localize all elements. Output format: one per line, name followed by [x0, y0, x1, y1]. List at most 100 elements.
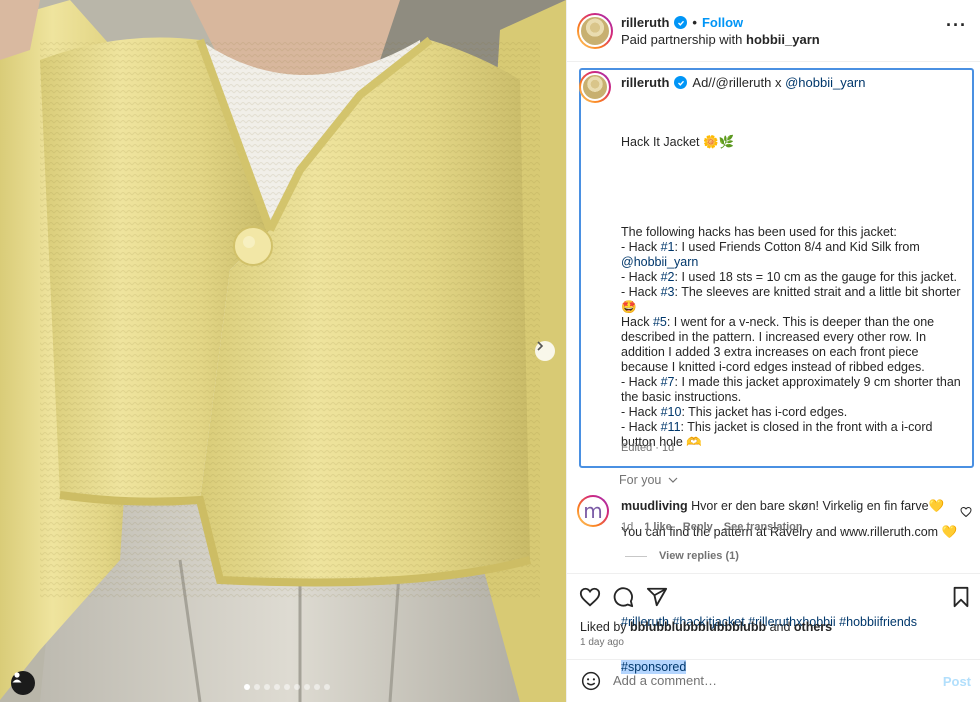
- carousel-dot: [264, 684, 270, 690]
- header-author-line: rilleruth • Follow: [621, 15, 743, 30]
- replies-divider: [625, 555, 647, 557]
- next-slide-button[interactable]: [535, 341, 555, 361]
- carousel-dot: [274, 684, 280, 690]
- post-header: rilleruth • Follow Paid partnership with…: [567, 0, 980, 62]
- caption-line: - Hack #11: This jacket is closed in the…: [621, 420, 966, 435]
- caption-edited-time: Edited · 1d: [621, 442, 675, 454]
- caption-line-text: The following hacks has been used for th…: [621, 225, 897, 239]
- caption-line: addition I added 3 extra increases on ea…: [621, 345, 966, 360]
- hashtag-link[interactable]: #11: [661, 420, 681, 434]
- liked-by-others[interactable]: others: [794, 620, 832, 634]
- caption-line: 🤩: [621, 300, 966, 315]
- comment-input[interactable]: [613, 673, 913, 688]
- author-username[interactable]: rilleruth: [621, 15, 669, 30]
- comment-body: Hvor er den bare skøn! Virkelig en fin f…: [691, 499, 945, 513]
- liked-by-summary: Liked by bblubblubbblubbblubb and others: [580, 620, 832, 634]
- bookmark-icon: [953, 586, 969, 608]
- view-replies-button[interactable]: View replies (1): [625, 550, 739, 562]
- caption-line: the basic instructions.: [621, 390, 966, 405]
- caption-line: - Hack #3: The sleeves are knitted strai…: [621, 285, 966, 300]
- heart-outline-icon: [960, 506, 972, 518]
- carousel-dot: [314, 684, 320, 690]
- caption-line-text: : I used Friends Cotton 8/4 and Kid Silk…: [674, 240, 920, 254]
- liked-by-user[interactable]: bblubblubbblubbblubb: [630, 620, 766, 634]
- post-comment-button[interactable]: Post: [943, 674, 971, 689]
- carousel-dot: [304, 684, 310, 690]
- comment-button[interactable]: [612, 586, 634, 611]
- paper-plane-icon: [646, 587, 668, 607]
- mention-link[interactable]: @hobbii_yarn: [621, 255, 698, 269]
- reply-button[interactable]: Reply: [683, 521, 713, 533]
- caption-line-text: the basic instructions.: [621, 390, 742, 404]
- caption-title: Hack It Jacket 🌼🌿: [621, 135, 735, 149]
- carousel-dot: [294, 684, 300, 690]
- commenter-avatar[interactable]: m: [577, 495, 609, 527]
- commenter-username[interactable]: muudliving: [621, 499, 688, 513]
- caption-line: - Hack #10: This jacket has i-cord edges…: [621, 405, 966, 420]
- caption-author-avatar[interactable]: [579, 71, 611, 103]
- chevron-right-icon: [537, 341, 544, 351]
- caption-line-text: - Hack: [621, 270, 661, 284]
- comment-likes[interactable]: 1 like: [644, 521, 672, 533]
- caption-line-text: : I made this jacket approximately 9 cm …: [674, 375, 961, 389]
- hashtag-link[interactable]: #10: [661, 405, 682, 419]
- partner-username[interactable]: hobbii_yarn: [746, 32, 820, 47]
- caption-line-text: - Hack: [621, 240, 661, 254]
- caption-intro: Ad//@rilleruth x @hobbii_yarn: [692, 75, 865, 90]
- caption-line: - Hack #1: I used Friends Cotton 8/4 and…: [621, 240, 966, 255]
- like-button[interactable]: [579, 586, 601, 611]
- caption-line: @hobbii_yarn: [621, 255, 966, 270]
- comment-sort-dropdown[interactable]: For you: [619, 473, 678, 487]
- author-avatar[interactable]: [577, 13, 613, 49]
- hashtag-link[interactable]: #1: [661, 240, 675, 254]
- caption-line-text: : The sleeves are knitted strait and a l…: [674, 285, 961, 299]
- post-actions: Liked by bblubblubbblubbblubb and others…: [567, 573, 980, 659]
- hashtag-link[interactable]: #3: [661, 285, 675, 299]
- caption-line: because I knitted i-cord edges instead o…: [621, 360, 966, 375]
- liked-by-prefix: Liked by: [580, 620, 631, 634]
- comment-bubble-icon: [613, 587, 634, 608]
- tagged-users-button[interactable]: [11, 671, 35, 695]
- caption-line: - Hack #2: I used 18 sts = 10 cm as the …: [621, 270, 966, 285]
- hashtag-link[interactable]: #5: [653, 315, 667, 329]
- caption-username[interactable]: rilleruth: [621, 75, 669, 90]
- caption-line-text: - Hack: [621, 405, 661, 419]
- paid-partnership-prefix: Paid partnership with: [621, 32, 747, 47]
- caption-line-text: Hack: [621, 315, 653, 329]
- paid-partnership-label: Paid partnership with hobbii_yarn: [621, 32, 820, 47]
- follow-button[interactable]: Follow: [702, 15, 743, 30]
- share-button[interactable]: [646, 586, 668, 611]
- caption-line: Hack #5: I went for a v-neck. This is de…: [621, 315, 966, 330]
- caption-line-text: : This jacket has i-cord edges.: [681, 405, 848, 419]
- hashtag-link[interactable]: #2: [661, 270, 675, 284]
- caption-line-text: addition I added 3 extra increases on ea…: [621, 345, 919, 359]
- cardigan-illustration: [0, 0, 566, 702]
- hashtag-link[interactable]: #7: [661, 375, 675, 389]
- more-options-icon[interactable]: ···: [946, 16, 967, 34]
- caption-line-text: because I knitted i-cord edges instead o…: [621, 360, 925, 374]
- post-photo[interactable]: [0, 0, 566, 702]
- like-comment-button[interactable]: [960, 506, 972, 521]
- caption-line: The following hacks has been used for th…: [621, 225, 966, 240]
- caption-body-lines: The following hacks has been used for th…: [621, 225, 966, 450]
- post-time: 1 day ago: [580, 637, 624, 648]
- caption-intro-text: Ad//@rilleruth x: [692, 75, 786, 90]
- emoji-button[interactable]: [581, 671, 601, 694]
- carousel-indicator: [244, 684, 330, 690]
- carousel-dot: [244, 684, 250, 690]
- caption-line: - Hack #7: I made this jacket approximat…: [621, 375, 966, 390]
- caption-mention-link[interactable]: @hobbii_yarn: [785, 75, 865, 90]
- post-detail-panel: rilleruth • Follow Paid partnership with…: [566, 0, 980, 702]
- commenter-avatar-letter: m: [579, 497, 607, 525]
- verified-badge-icon: [674, 76, 688, 89]
- caption-line-text: - Hack: [621, 420, 661, 434]
- caption-line-text: 🤩: [621, 300, 637, 314]
- save-button[interactable]: [951, 586, 971, 611]
- heart-icon: [579, 587, 601, 607]
- see-translation-button[interactable]: See translation: [724, 521, 803, 533]
- carousel-dot: [284, 684, 290, 690]
- caption-line-text: : I used 18 sts = 10 cm as the gauge for…: [674, 270, 957, 284]
- comment-meta: 1d 1 like Reply See translation: [621, 521, 803, 533]
- chevron-down-icon: [668, 477, 678, 483]
- carousel-dot: [324, 684, 330, 690]
